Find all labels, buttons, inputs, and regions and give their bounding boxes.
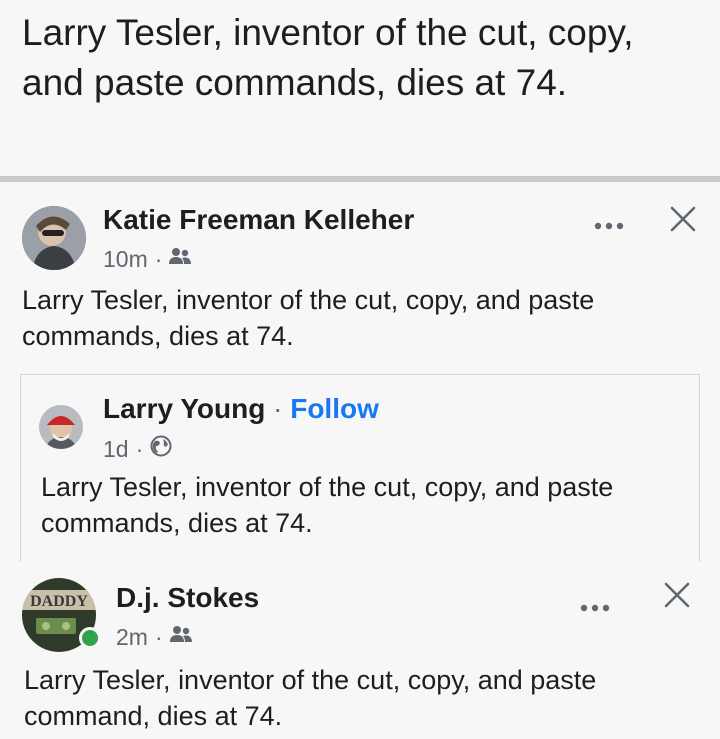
meta-separator: ·: [154, 624, 163, 650]
avatar-text: DADDY: [30, 593, 88, 610]
friends-icon[interactable]: [169, 624, 192, 651]
shared-time[interactable]: 1d: [103, 436, 129, 463]
globe-icon[interactable]: [150, 435, 172, 463]
author-separator: ·: [273, 393, 283, 424]
post-time[interactable]: 2m: [116, 624, 148, 651]
post-body: Larry Tesler, inventor of the cut, copy,…: [22, 285, 595, 351]
friends-icon[interactable]: [169, 246, 192, 273]
more-options-button[interactable]: [594, 210, 624, 236]
post-dj: DADDY D.j. Stokes 2m · Larry Tesler, inv…: [0, 562, 720, 739]
headline-text: Larry Tesler, inventor of the cut, copy,…: [22, 12, 634, 103]
close-icon[interactable]: [670, 206, 696, 237]
post-author[interactable]: D.j. Stokes: [116, 582, 259, 614]
meta-separator: ·: [154, 246, 163, 272]
close-icon[interactable]: [664, 582, 690, 613]
headline-panel: Larry Tesler, inventor of the cut, copy,…: [0, 0, 720, 176]
post-meta: 2m ·: [116, 624, 192, 651]
more-options-button[interactable]: [580, 592, 610, 618]
post-katie: Katie Freeman Kelleher 10m · Larry Tesle…: [0, 182, 720, 565]
post-body: Larry Tesler, inventor of the cut, copy,…: [24, 665, 597, 731]
post-author[interactable]: Katie Freeman Kelleher: [103, 204, 414, 236]
shared-post[interactable]: Larry Young · Follow 1d · Larry Tesler, …: [20, 374, 700, 565]
avatar[interactable]: [39, 405, 83, 449]
shared-author-line: Larry Young · Follow: [103, 393, 379, 425]
shared-meta: 1d ·: [103, 435, 172, 463]
follow-button[interactable]: Follow: [290, 393, 379, 424]
post-meta: 10m ·: [103, 246, 192, 273]
avatar[interactable]: [22, 206, 86, 270]
post-time[interactable]: 10m: [103, 246, 148, 273]
online-status-indicator: [79, 627, 101, 649]
shared-body: Larry Tesler, inventor of the cut, copy,…: [41, 472, 614, 538]
meta-separator: ·: [135, 435, 144, 462]
shared-author[interactable]: Larry Young: [103, 393, 265, 424]
